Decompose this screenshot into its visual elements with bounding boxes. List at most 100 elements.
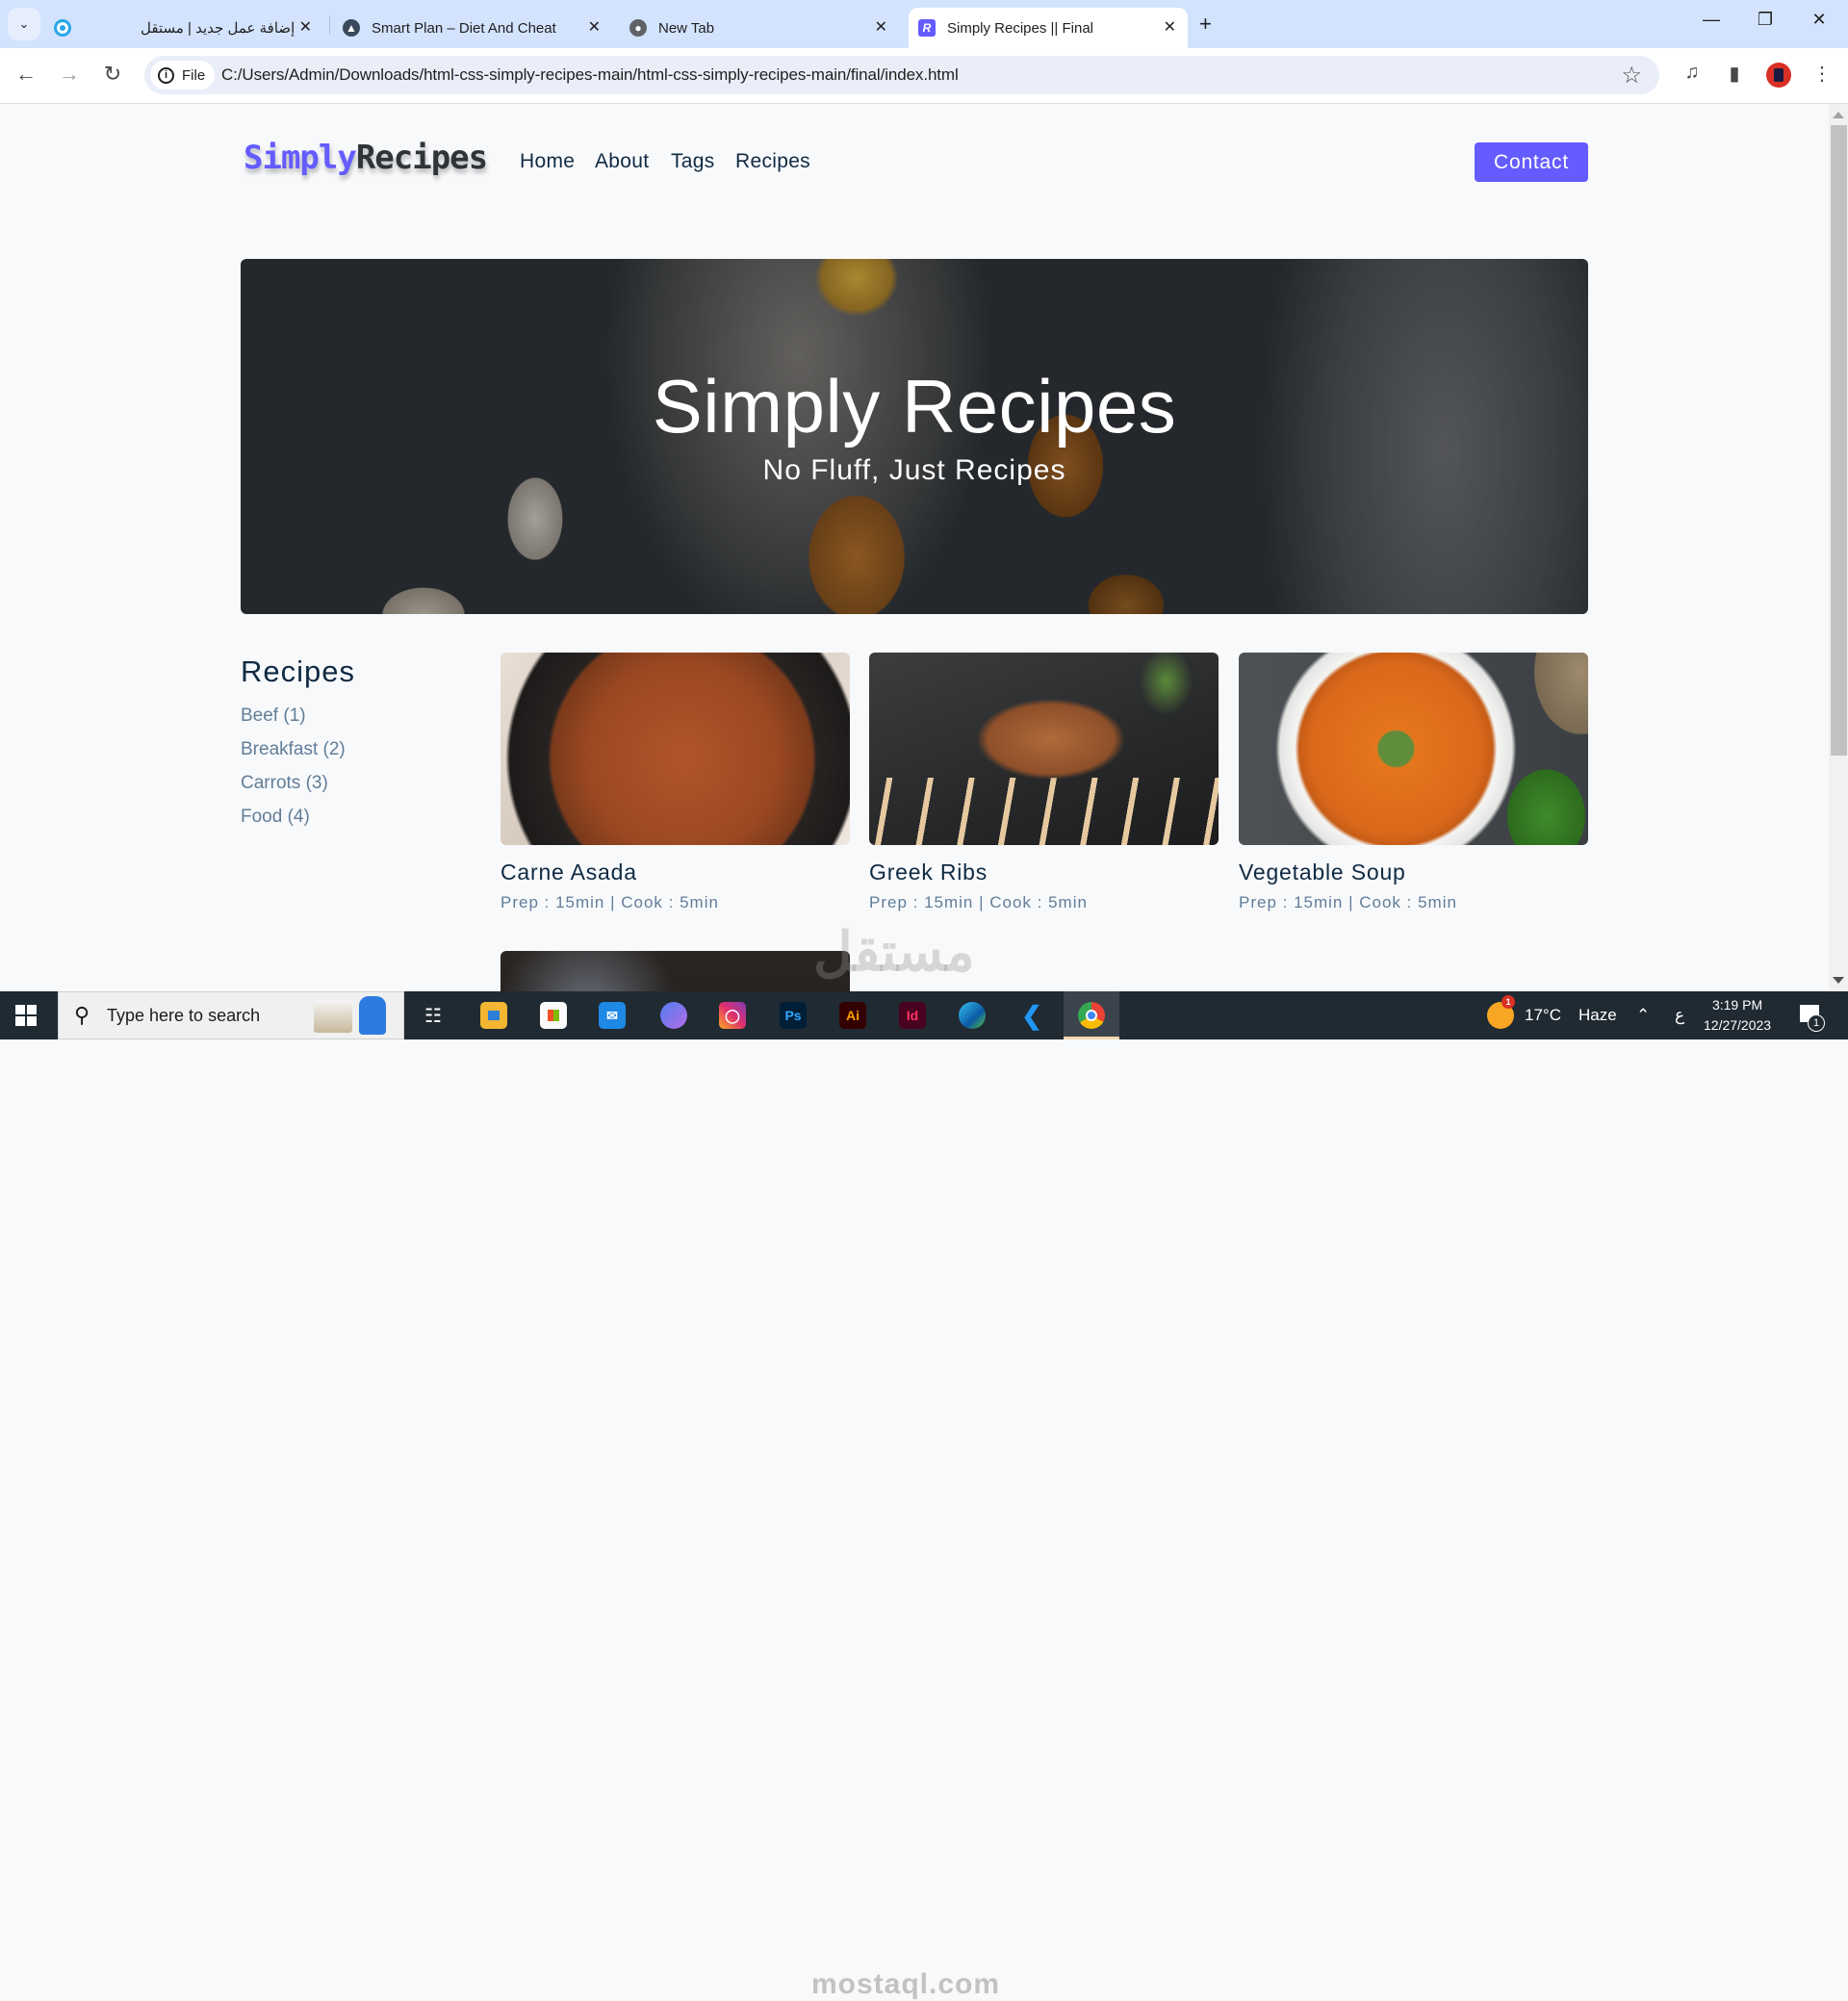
scroll-down-arrow-icon[interactable] [1833,977,1844,984]
contact-button[interactable]: Contact [1475,142,1588,182]
hero-subtitle: No Fluff, Just Recipes [762,454,1066,486]
system-clock[interactable]: 3:19 PM 12/27/2023 [1704,995,1771,1036]
clock-time: 3:19 PM [1711,997,1763,1013]
recipe-meta: Prep : 15min | Cook : 5min [869,893,1088,911]
hero-banner: Simply Recipes No Fluff, Just Recipes [241,259,1588,614]
sidebar-tag-beef[interactable]: Beef (1) [241,705,306,727]
show-hidden-icons-chevron-icon[interactable]: ⌃ [1636,1006,1650,1025]
arrow-right-icon: → [59,62,80,86]
windows-taskbar: ⚲ Type here to search ☷ ✉ ◯ Ps Ai Id ❮ m… [0,991,1848,2000]
tab-divider [329,15,330,35]
nav-tags[interactable]: Tags [671,150,715,173]
search-highlight-backpack-icon [359,996,386,1035]
close-tab-icon[interactable]: ✕ [875,17,887,37]
menu-kebab-icon[interactable]: ⋮ [1808,62,1836,86]
site-info-label: File [182,66,206,84]
profile-avatar[interactable] [1766,63,1791,88]
recipe-image-carne-asada[interactable] [500,653,850,845]
site-info-chip[interactable]: i File [150,61,216,90]
browser-tab-strip: ⌄ إضافة عمل جديد | مستقل ✕ ▲ Smart Plan … [0,0,1848,48]
sidebar-tag-breakfast[interactable]: Breakfast (2) [241,739,346,760]
tab-smart-plan[interactable]: ▲ Smart Plan – Diet And Cheat ✕ [343,8,612,48]
tab-simply-recipes[interactable]: R Simply Recipes || Final ✕ [909,8,1188,48]
nav-recipes[interactable]: Recipes [735,150,810,173]
close-tab-icon[interactable]: ✕ [299,17,312,37]
notification-count-badge: 1 [1808,1014,1825,1032]
simply-recipes-favicon: R [918,19,936,37]
microsoft-store-icon[interactable] [540,1002,567,1029]
mostaql-icon [54,19,71,37]
chevron-down-icon: ⌄ [18,16,30,31]
clock-date: 12/27/2023 [1704,1017,1772,1033]
recipe-title[interactable]: Greek Ribs [869,859,988,885]
search-icon: ⚲ [74,1003,90,1027]
taskbar-search-box[interactable]: ⚲ Type here to search [58,991,404,1039]
close-tab-icon[interactable]: ✕ [1164,17,1176,37]
new-tab-button[interactable]: + [1199,12,1212,37]
indesign-icon[interactable]: Id [899,1002,926,1029]
close-tab-icon[interactable]: ✕ [588,17,601,37]
vscode-icon[interactable]: ❮ [1018,1001,1045,1030]
tab-title: New Tab [658,19,715,37]
chrome-taskbar-active[interactable] [1064,991,1119,1039]
scroll-up-arrow-icon[interactable] [1833,112,1844,118]
browser-toolbar: ← → ↻ i File C:/Users/Admin/Downloads/ht… [0,48,1848,104]
edge-icon[interactable] [959,1002,986,1029]
address-bar[interactable]: i File C:/Users/Admin/Downloads/html-css… [144,56,1659,94]
sidebar-title: Recipes [241,654,355,688]
photoshop-icon[interactable]: Ps [780,1002,807,1029]
task-view-icon[interactable]: ☷ [420,1002,447,1029]
logo-part-recipes: Recipes [355,139,488,177]
forward-button[interactable]: → [55,62,84,87]
mail-icon[interactable]: ✉ [599,1002,626,1029]
recipe-title[interactable]: Carne Asada [500,859,637,885]
tab-title: Smart Plan – Diet And Cheat [372,19,556,37]
search-highlight-book-icon [314,1000,352,1033]
restore-button[interactable]: ❐ [1746,10,1784,30]
sidebar-tag-carrots[interactable]: Carrots (3) [241,773,328,794]
recipe-title[interactable]: Vegetable Soup [1239,859,1406,885]
recipe-meta: Prep : 15min | Cook : 5min [500,893,719,911]
recipe-image-greek-ribs[interactable] [869,653,1219,845]
smartplan-icon: ▲ [343,19,360,37]
weather-condition[interactable]: Haze [1578,1006,1617,1025]
info-icon: i [158,66,174,84]
tab-mostaql[interactable]: إضافة عمل جديد | مستقل ✕ [54,8,323,48]
site-logo[interactable]: SimplyRecipes [244,139,488,177]
illustrator-icon[interactable]: Ai [839,1002,866,1029]
file-explorer-icon[interactable] [480,1002,507,1029]
url-text[interactable]: C:/Users/Admin/Downloads/html-css-simply… [221,65,959,85]
instagram-icon[interactable]: ◯ [719,1002,746,1029]
weather-badge: 1 [1502,995,1515,1009]
search-placeholder: Type here to search [107,1006,261,1025]
nav-home[interactable]: Home [520,150,575,173]
recipe-meta: Prep : 15min | Cook : 5min [1239,893,1457,911]
recipe-image-vegetable-soup[interactable] [1239,653,1588,845]
watermark-arabic: مستقل [813,921,975,982]
copilot-icon[interactable] [660,1002,687,1029]
page-viewport: SimplyRecipes Home About Tags Recipes Co… [0,104,1829,991]
logo-part-simply: Simply [244,139,357,177]
reload-button[interactable]: ↻ [98,62,127,87]
chrome-icon [1078,1002,1105,1029]
side-panel-icon[interactable]: ▮ [1720,62,1749,86]
input-language[interactable]: ع [1675,1006,1684,1025]
minimize-button[interactable]: — [1692,10,1731,30]
tab-title: Simply Recipes || Final [947,19,1094,37]
arrow-left-icon: ← [15,62,37,86]
recipe-image-partial[interactable] [500,951,850,991]
windows-start-icon[interactable] [15,1005,37,1026]
tab-new-tab[interactable]: ● New Tab ✕ [629,8,899,48]
nav-about[interactable]: About [595,150,649,173]
tab-search-button[interactable]: ⌄ [8,8,40,40]
weather-temp[interactable]: 17°C [1525,1006,1561,1025]
back-button[interactable]: ← [12,62,40,87]
sidebar-tag-food[interactable]: Food (4) [241,807,310,828]
hero-title: Simply Recipes [652,364,1177,449]
media-controls-icon[interactable]: ♫ [1678,62,1707,84]
scrollbar-thumb[interactable] [1831,125,1847,756]
reload-icon: ↻ [103,62,122,86]
close-window-button[interactable]: ✕ [1800,10,1838,30]
page-scrollbar[interactable] [1829,104,1848,991]
bookmark-star-icon[interactable]: ☆ [1621,62,1642,90]
